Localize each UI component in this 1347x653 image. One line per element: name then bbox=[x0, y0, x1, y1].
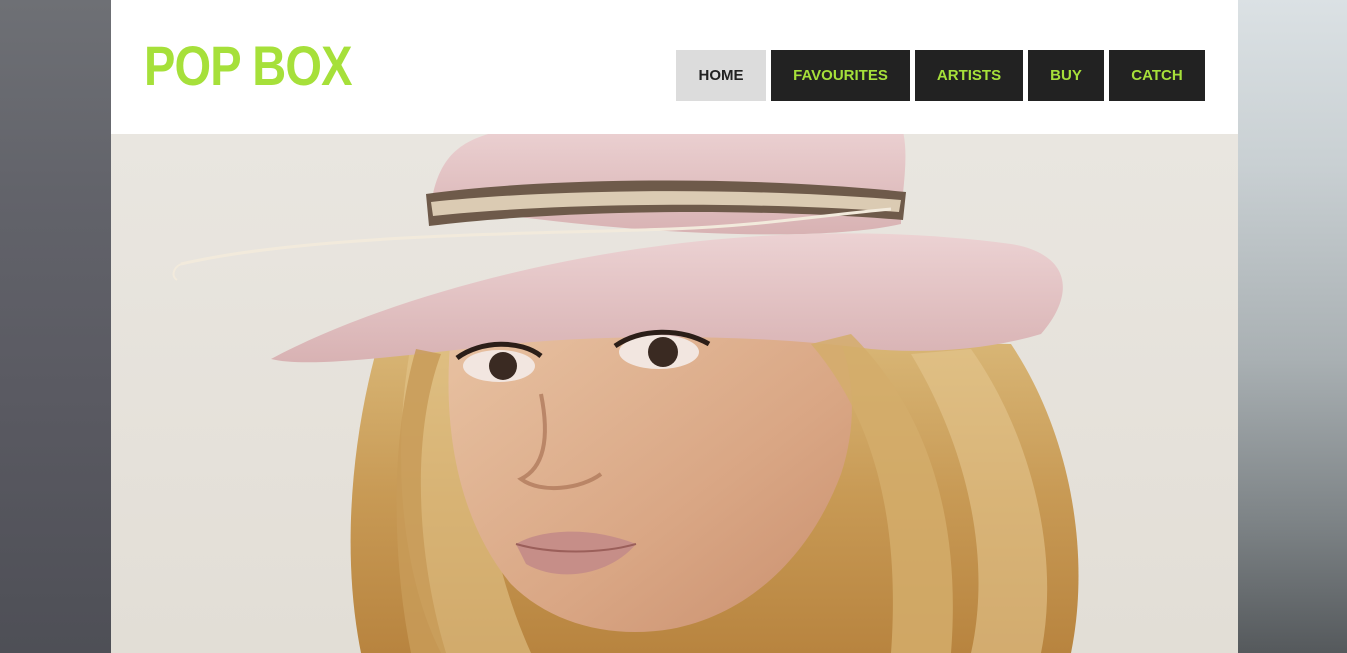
site-logo[interactable]: POP BOX bbox=[144, 34, 352, 98]
hero-banner bbox=[111, 134, 1238, 653]
page-container: POP BOX HOME FAVOURITES ARTISTS BUY CATC… bbox=[111, 0, 1238, 653]
nav-item-favourites[interactable]: FAVOURITES bbox=[771, 50, 910, 101]
hero-image bbox=[172, 134, 1079, 653]
nav-item-buy[interactable]: BUY bbox=[1028, 50, 1104, 101]
page-background-left bbox=[0, 0, 111, 653]
nav-item-artists[interactable]: ARTISTS bbox=[915, 50, 1023, 101]
page-background-right bbox=[1238, 0, 1347, 653]
site-header: POP BOX HOME FAVOURITES ARTISTS BUY CATC… bbox=[111, 0, 1238, 134]
nav-item-home[interactable]: HOME bbox=[676, 50, 766, 101]
nav-item-catch[interactable]: CATCH bbox=[1109, 50, 1205, 101]
main-nav: HOME FAVOURITES ARTISTS BUY CATCH bbox=[676, 50, 1205, 101]
